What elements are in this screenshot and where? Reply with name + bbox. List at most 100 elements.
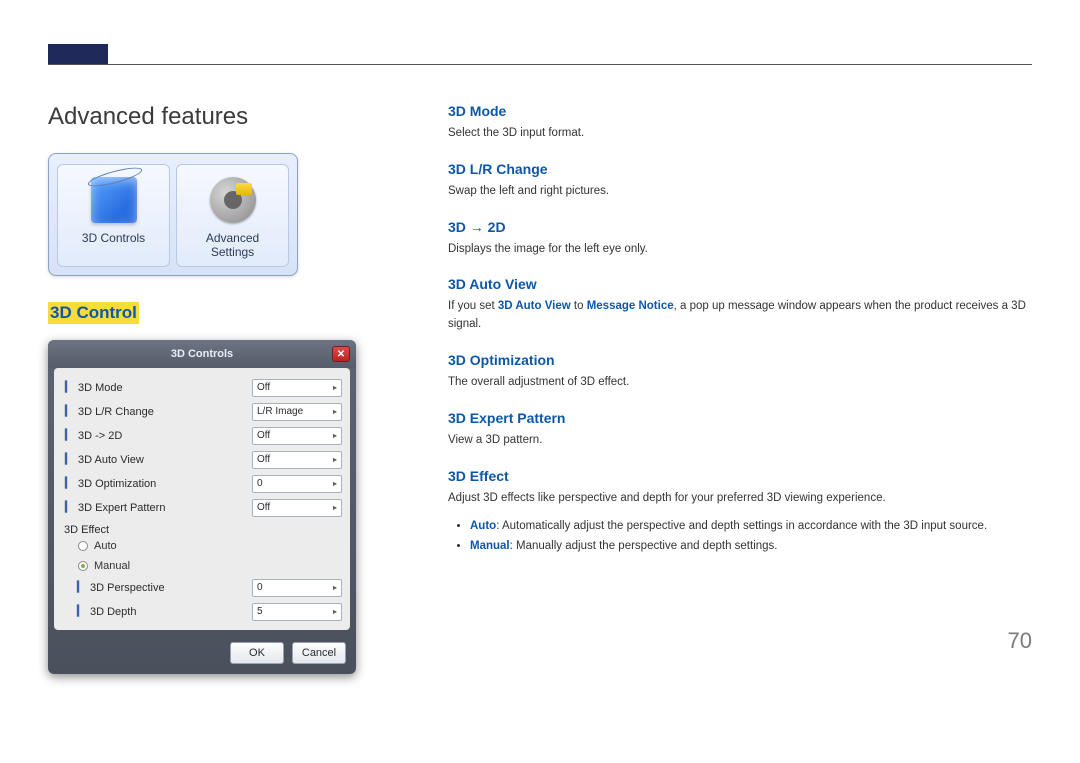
bold-text: Message Notice	[587, 300, 674, 312]
row-value-text: Off	[257, 382, 270, 393]
chevron-right-icon: ▸	[333, 431, 337, 440]
chevron-right-icon: ▸	[333, 455, 337, 464]
dialog-3d-controls: 3D Controls ✕ ▎3D ModeOff▸▎3D L/R Change…	[48, 340, 356, 674]
cube-icon	[91, 177, 137, 223]
row-label: 3D L/R Change	[76, 406, 252, 418]
feature-body: The overall adjustment of 3D effect.	[448, 374, 1032, 392]
row-value-dropdown[interactable]: 5▸	[252, 603, 342, 621]
row-label: 3D Mode	[76, 382, 252, 394]
dialog-row: ▎3D Mode Off ▸	[62, 376, 342, 400]
feature-title: 3D Optimization	[448, 352, 1032, 368]
bullet-list: Auto: Automatically adjust the perspecti…	[470, 516, 1032, 556]
row-value-text: Off	[257, 430, 270, 441]
feature-3d-optimization: 3D Optimization The overall adjustment o…	[448, 352, 1032, 392]
bold-text: Auto	[470, 520, 496, 532]
text: : Manually adjust the perspective and de…	[510, 540, 778, 552]
dialog-row: ▎3D L/R Change L/R Image ▸	[62, 400, 342, 424]
chevron-right-icon: ▸	[333, 479, 337, 488]
row-value-text: 0	[257, 582, 263, 593]
radio-label: Auto	[94, 540, 117, 552]
row-value-dropdown[interactable]: Off ▸	[252, 499, 342, 517]
chevron-right-icon: ▸	[333, 503, 337, 512]
close-icon[interactable]: ✕	[332, 346, 350, 362]
feature-3d-lr-change: 3D L/R Change Swap the left and right pi…	[448, 161, 1032, 201]
feature-body: Displays the image for the left eye only…	[448, 241, 1032, 259]
feature-title: 3D Auto View	[448, 276, 1032, 292]
row-value-dropdown[interactable]: 0▸	[252, 579, 342, 597]
feature-body: View a 3D pattern.	[448, 432, 1032, 450]
radio-label: Manual	[94, 560, 130, 572]
thumbnail-panel: 3D Controls Advanced Settings	[48, 153, 298, 276]
row-marker-icon: ▎	[74, 606, 88, 617]
row-label: 3D Expert Pattern	[76, 502, 252, 514]
feature-3d-effect: 3D Effect Adjust 3D effects like perspec…	[448, 468, 1032, 556]
feature-3d-mode: 3D Mode Select the 3D input format.	[448, 103, 1032, 143]
row-value-text: 0	[257, 478, 263, 489]
text: If you set	[448, 300, 498, 312]
bold-text: Manual	[470, 540, 510, 552]
thumb-label: 3D Controls	[62, 231, 165, 245]
cancel-button[interactable]: Cancel	[292, 642, 346, 664]
radio-auto[interactable]: Auto	[62, 536, 342, 556]
chevron-right-icon: ▸	[333, 583, 337, 592]
dialog-row: ▎3D Expert Pattern Off ▸	[62, 496, 342, 520]
row-marker-icon: ▎	[62, 502, 76, 513]
row-label: 3D Optimization	[76, 478, 252, 490]
feature-title: 3D Effect	[448, 468, 1032, 484]
radio-manual[interactable]: Manual	[62, 556, 342, 576]
row-marker-icon: ▎	[62, 406, 76, 417]
chevron-right-icon: ▸	[333, 607, 337, 616]
feature-body: Swap the left and right pictures.	[448, 183, 1032, 201]
ok-button[interactable]: OK	[230, 642, 284, 664]
row-value-dropdown[interactable]: Off ▸	[252, 427, 342, 445]
bullet-item: Auto: Automatically adjust the perspecti…	[470, 516, 1032, 536]
dialog-title: 3D Controls ✕	[48, 340, 356, 368]
feature-body: Adjust 3D effects like perspective and d…	[448, 490, 1032, 508]
row-value-dropdown[interactable]: L/R Image ▸	[252, 403, 342, 421]
chevron-right-icon: ▸	[333, 407, 337, 416]
header-rule	[48, 64, 1032, 65]
feature-title: 3D Expert Pattern	[448, 410, 1032, 426]
row-value-text: L/R Image	[257, 406, 303, 417]
page-number: 70	[1008, 628, 1032, 654]
dialog-body: ▎3D ModeOff▸▎3D L/R ChangeL/R Image▸▎3D …	[54, 368, 350, 630]
row-value-text: 5	[257, 606, 263, 617]
row-value-dropdown[interactable]: Off ▸	[252, 451, 342, 469]
chevron-right-icon: ▸	[333, 383, 337, 392]
dialog-row: ▎3D Auto View Off ▸	[62, 448, 342, 472]
row-label: 3D -> 2D	[76, 430, 252, 442]
dialog-row: ▎3D Depth5▸	[74, 600, 342, 624]
row-value-text: Off	[257, 454, 270, 465]
row-marker-icon: ▎	[62, 382, 76, 393]
thumb-3d-controls[interactable]: 3D Controls	[57, 164, 170, 267]
dialog-row: ▎3D Optimization0▸	[62, 472, 342, 496]
header-accent-bar	[48, 44, 108, 64]
row-label: 3D Perspective	[88, 582, 252, 594]
row-label: 3D Depth	[88, 606, 252, 618]
radio-dot-icon	[78, 561, 88, 571]
text: : Automatically adjust the perspective a…	[496, 520, 987, 532]
dialog-row: ▎3D -> 2D Off ▸	[62, 424, 342, 448]
page-title: Advanced features	[48, 103, 388, 131]
row-marker-icon: ▎	[62, 478, 76, 489]
feature-3d-expert-pattern: 3D Expert Pattern View a 3D pattern.	[448, 410, 1032, 450]
text: to	[571, 300, 587, 312]
row-label: 3D Auto View	[76, 454, 252, 466]
row-marker-icon: ▎	[62, 430, 76, 441]
feature-title: 3D Mode	[448, 103, 1032, 119]
bullet-item: Manual: Manually adjust the perspective …	[470, 536, 1032, 556]
dialog-title-text: 3D Controls	[171, 348, 233, 360]
gear-icon	[210, 177, 256, 223]
section-title: 3D Control	[48, 302, 139, 324]
row-marker-icon: ▎	[62, 454, 76, 465]
row-value-text: Off	[257, 502, 270, 513]
thumb-label: Advanced Settings	[181, 231, 284, 260]
feature-title: 3D L/R Change	[448, 161, 1032, 177]
row-marker-icon: ▎	[74, 582, 88, 593]
thumb-advanced-settings[interactable]: Advanced Settings	[176, 164, 289, 267]
row-value-dropdown[interactable]: 0▸	[252, 475, 342, 493]
feature-body: If you set 3D Auto View to Message Notic…	[448, 298, 1032, 334]
row-value-dropdown[interactable]: Off ▸	[252, 379, 342, 397]
feature-3d-to-2d: 3D → 2D Displays the image for the left …	[448, 219, 1032, 259]
bold-text: 3D Auto View	[498, 300, 571, 312]
